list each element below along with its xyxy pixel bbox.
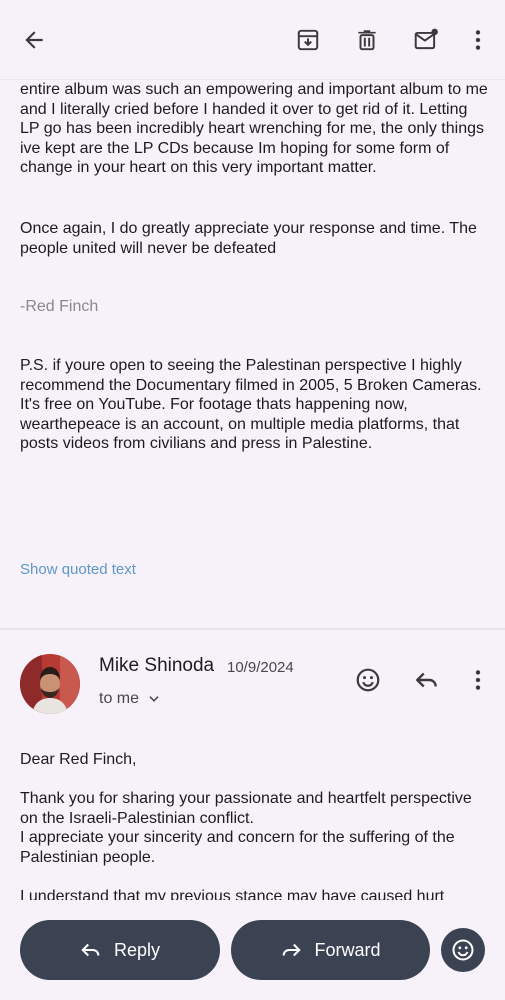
add-reaction-button[interactable] [350,662,386,698]
message-divider [0,628,505,630]
mark-unread-button[interactable] [406,20,446,60]
bottom-action-bar: Reply Forward [0,900,505,1000]
message-paragraph: P.S. if youre open to seeing the Palesti… [20,357,486,453]
archive-icon [297,29,319,51]
avatar-photo-icon [20,654,80,714]
more-vert-icon [475,30,481,50]
reply-icon [81,943,100,957]
more-options-button[interactable] [458,20,498,60]
emoji-icon [356,668,380,692]
recipient-details-toggle[interactable]: to me [99,690,161,708]
reply-button[interactable]: Reply [20,920,220,980]
emoji-reaction-button[interactable] [441,928,485,972]
message-paragraph: entire album was such an empowering and … [20,81,493,177]
back-button[interactable] [14,20,54,60]
recipient-label: to me [99,690,140,707]
message-paragraph: Once again, I do greatly appreciate your… [20,220,482,257]
signature-text: -Red Finch [20,298,99,315]
postscript: P.S. if youre open to seeing the Palesti… [20,356,490,454]
reply-message-button[interactable] [409,662,445,698]
message-date: 10/9/2024 [227,659,294,676]
message-1-body-closing: Once again, I do greatly appreciate your… [20,219,490,258]
email-thread-screen: entire album was such an empowering and … [0,0,505,1000]
archive-button[interactable] [288,20,328,60]
emoji-icon [452,939,474,961]
reply-label: Reply [113,939,161,960]
message-2-body: Dear Red Finch, Thank you for sharing yo… [20,750,490,900]
mark-unread-icon [414,28,438,50]
arrow-back-icon [25,31,43,49]
top-app-bar [0,0,505,80]
message-paragraph: Dear Red Finch, [20,751,137,768]
forward-label: Forward [314,939,381,960]
sender-name[interactable]: Mike Shinoda [99,655,214,677]
more-vert-icon [475,670,481,690]
chevron-down-icon [149,696,159,702]
avatar[interactable] [20,654,80,714]
forward-button[interactable]: Forward [231,920,430,980]
message-more-button[interactable] [460,662,496,698]
signature: -Red Finch [20,297,490,317]
show-quoted-text-link[interactable]: Show quoted text [20,561,136,578]
thread-content[interactable]: entire album was such an empowering and … [0,80,505,900]
message-paragraph: I understand that my previous stance may… [20,888,445,900]
trash-icon [358,30,376,51]
message-paragraph: Thank you for sharing your passionate an… [20,790,472,866]
message-1-body: entire album was such an empowering and … [20,80,490,178]
reply-icon [415,672,437,688]
delete-button[interactable] [347,20,387,60]
forward-icon [283,943,302,957]
